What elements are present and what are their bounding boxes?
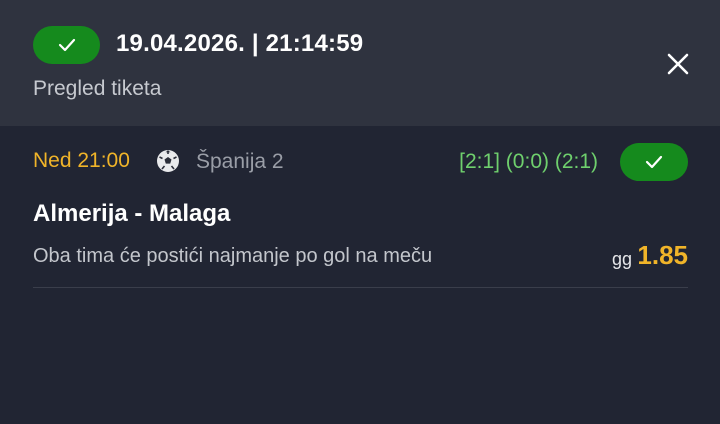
check-icon xyxy=(58,38,75,52)
ticket-header: 19.04.2026. | 21:14:59 Pregled tiketa xyxy=(0,0,720,126)
league-name: Španija 2 xyxy=(196,150,284,173)
bet-list-item[interactable]: Ned 21:00 Španija 2 [2:1] (0:0) (2:1) Al… xyxy=(33,126,688,288)
match-score: [2:1] (0:0) (2:1) xyxy=(459,150,598,173)
bet-pick: gg xyxy=(611,249,632,269)
check-icon xyxy=(645,155,663,169)
bet-market: Oba tima će postići najmanje po gol na m… xyxy=(33,245,433,267)
event-time: Ned 21:00 xyxy=(33,149,130,172)
soccer-ball-icon xyxy=(157,150,179,172)
ticket-datetime: 19.04.2026. | 21:14:59 xyxy=(116,30,364,57)
ticket-status-badge xyxy=(33,26,100,64)
match-name: Almerija - Malaga xyxy=(33,200,231,227)
page-title: Pregled tiketa xyxy=(33,77,162,100)
bet-status-badge xyxy=(620,143,688,181)
close-button[interactable] xyxy=(662,48,694,80)
close-icon xyxy=(667,53,689,75)
bet-odds: 1.85 xyxy=(637,240,688,270)
